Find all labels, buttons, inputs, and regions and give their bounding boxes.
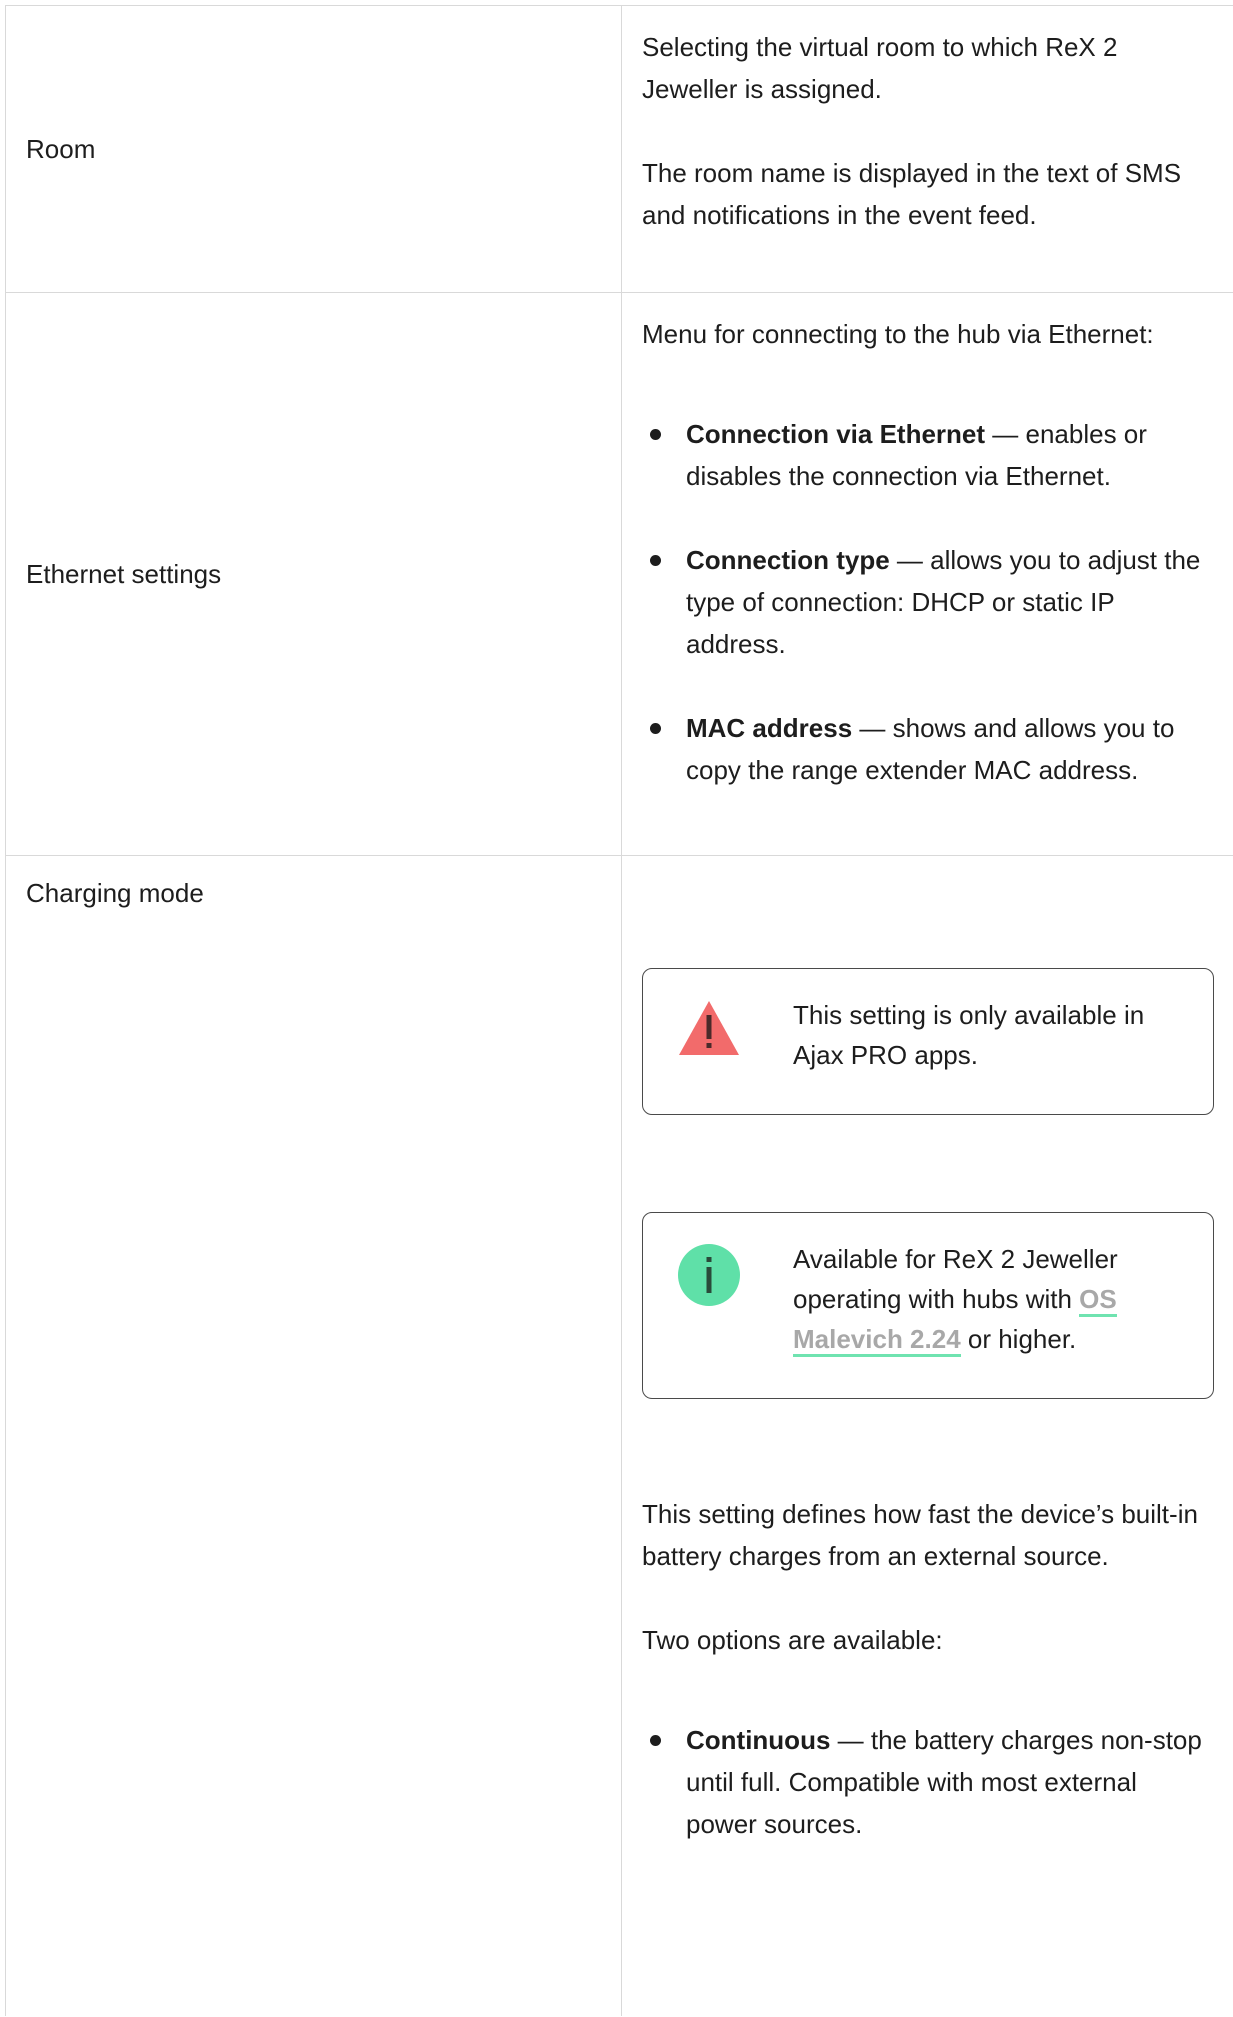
bullet-list: Connection via Ethernet — enables or dis… bbox=[642, 413, 1214, 791]
warning-callout: This setting is only available in Ajax P… bbox=[642, 968, 1214, 1115]
paragraph: Selecting the virtual room to which ReX … bbox=[642, 32, 1118, 104]
row-description: Menu for connecting to the hub via Ether… bbox=[622, 293, 1233, 855]
paragraph: Menu for connecting to the hub via Ether… bbox=[642, 319, 1154, 349]
row-label: Charging mode bbox=[6, 856, 622, 2016]
paragraph: The room name is displayed in the text o… bbox=[642, 158, 1182, 230]
info-text: Available for ReX 2 Jeweller operating w… bbox=[793, 1239, 1189, 1359]
list-item: Connection via Ethernet — enables or dis… bbox=[642, 413, 1214, 497]
table-row-room: Room Selecting the virtual room to which… bbox=[6, 6, 1233, 293]
table-row-charging-mode: Charging mode This setting is only avail… bbox=[6, 856, 1233, 2016]
table-row-ethernet-settings: Ethernet settings Menu for connecting to… bbox=[6, 293, 1233, 856]
row-label: Room bbox=[6, 6, 622, 292]
list-item: Connection type — allows you to adjust t… bbox=[642, 539, 1214, 665]
row-description: This setting is only available in Ajax P… bbox=[622, 856, 1233, 2016]
list-item: Continuous — the battery charges non-sto… bbox=[642, 1719, 1214, 1845]
row-label: Ethernet settings bbox=[6, 293, 622, 855]
paragraph: This setting defines how fast the device… bbox=[642, 1499, 1198, 1571]
paragraph: Two options are available: bbox=[642, 1625, 943, 1655]
info-callout: Available for ReX 2 Jeweller operating w… bbox=[642, 1212, 1214, 1399]
info-icon bbox=[677, 1243, 741, 1319]
list-item: MAC address — shows and allows you to co… bbox=[642, 707, 1214, 791]
row-description: Selecting the virtual room to which ReX … bbox=[622, 6, 1233, 292]
settings-table: Room Selecting the virtual room to which… bbox=[5, 5, 1233, 2016]
bullet-list: Continuous — the battery charges non-sto… bbox=[642, 1719, 1214, 1845]
warning-icon bbox=[677, 999, 741, 1069]
warning-text: This setting is only available in Ajax P… bbox=[793, 1000, 1145, 1070]
